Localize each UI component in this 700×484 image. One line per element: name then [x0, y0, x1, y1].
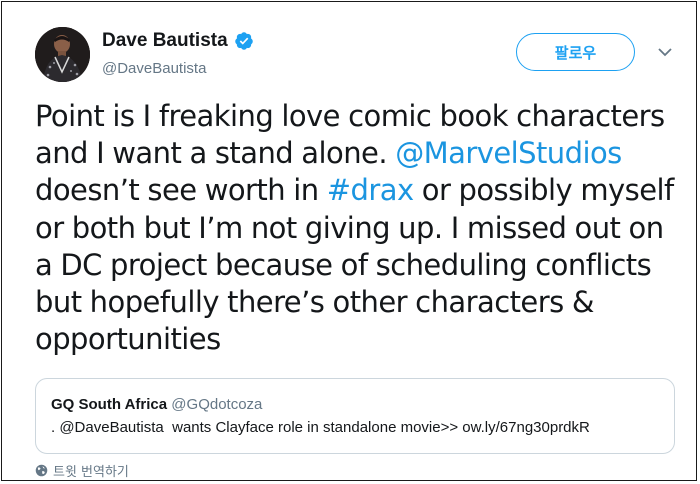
avatar-image: [35, 27, 90, 82]
mention-link[interactable]: @MarvelStudios: [395, 136, 622, 170]
quoted-tweet-header: GQ South Africa @GQdotcoza: [51, 396, 262, 413]
tweet-text: Point is I freaking love comic book char…: [35, 98, 685, 358]
quoted-tweet-text: . @DaveBautista wants Clayface role in s…: [51, 419, 590, 436]
author-name-row[interactable]: Dave Bautista: [102, 30, 254, 52]
avatar[interactable]: [35, 27, 90, 82]
follow-button[interactable]: 팔로우: [516, 33, 635, 71]
translate-tweet-link[interactable]: 트윗 번역하기: [35, 461, 129, 480]
verified-badge-icon: [234, 32, 253, 50]
author-name[interactable]: Dave Bautista: [102, 30, 228, 52]
author-handle[interactable]: @DaveBautista: [102, 60, 206, 77]
globe-icon: [35, 464, 48, 477]
quoted-author-name: GQ South Africa: [51, 396, 168, 413]
quoted-author-handle: @GQdotcoza: [171, 396, 263, 413]
chevron-down-icon[interactable]: [657, 46, 673, 58]
tweet-card: Dave Bautista @DaveBautista 팔로우 Point is…: [1, 1, 697, 481]
tweet-text-part: doesn’t see worth in: [35, 173, 327, 208]
translate-label[interactable]: 트윗 번역하기: [53, 461, 129, 480]
hashtag-link[interactable]: #drax: [327, 173, 414, 207]
quoted-tweet[interactable]: GQ South Africa @GQdotcoza . @DaveBautis…: [35, 378, 675, 454]
